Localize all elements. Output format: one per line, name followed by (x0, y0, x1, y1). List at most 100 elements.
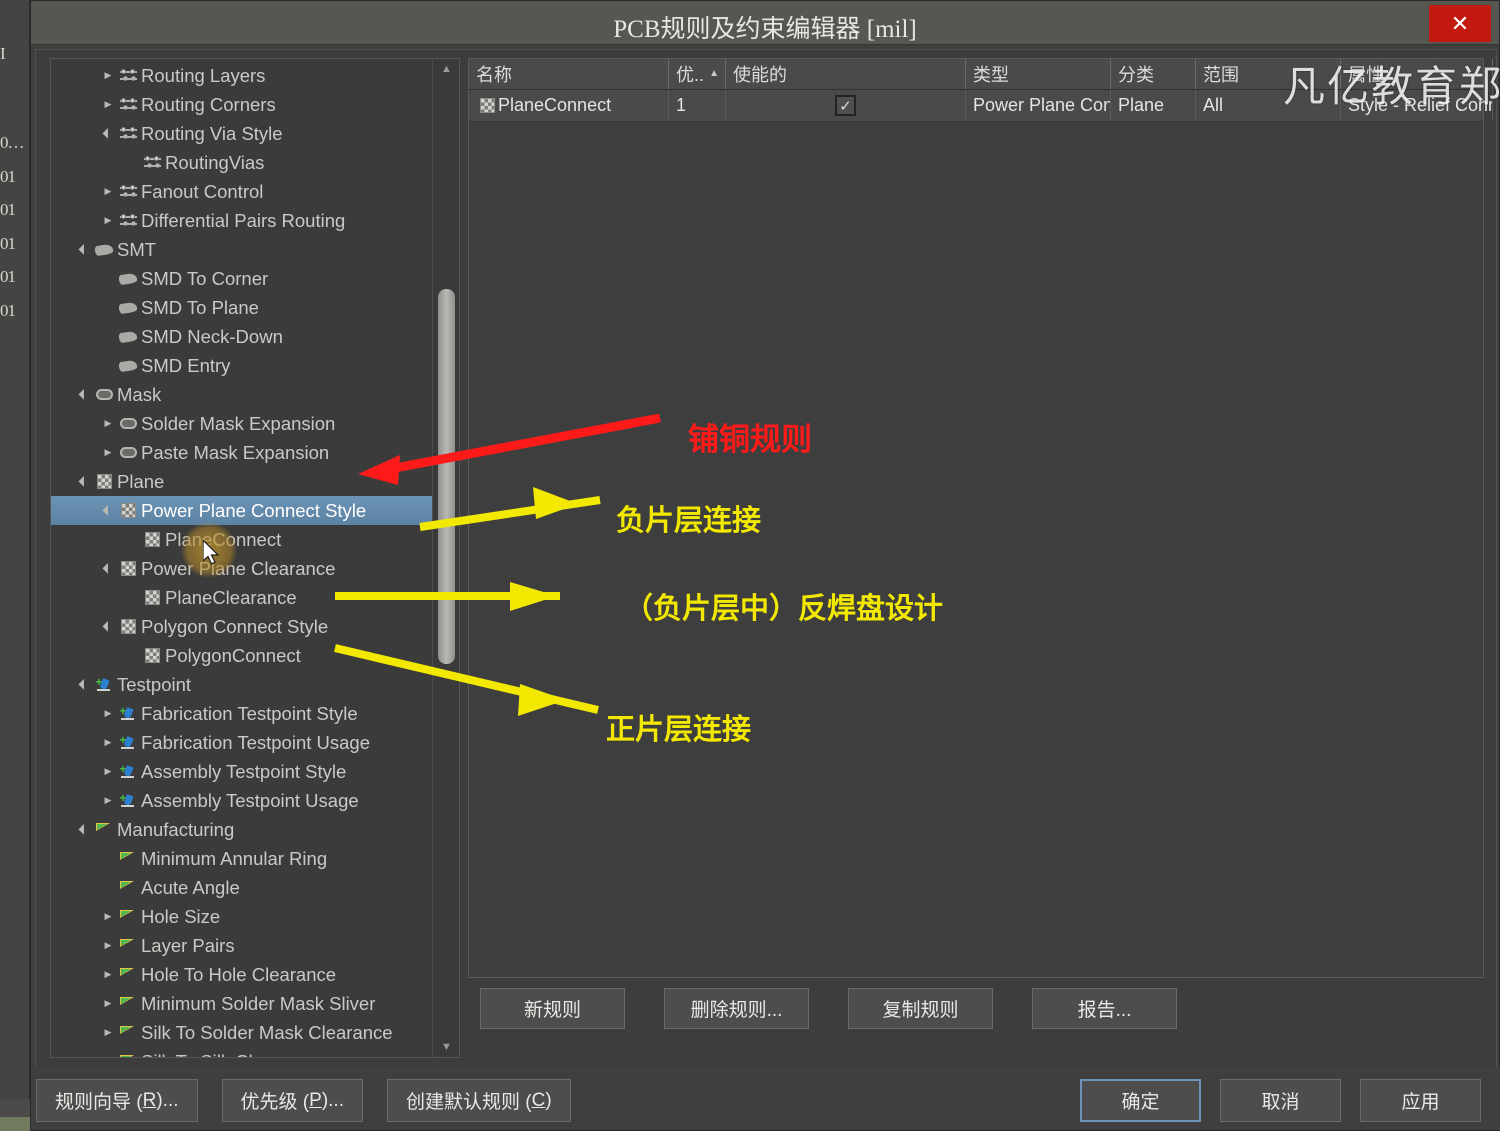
tree-item-label: Hole Size (141, 905, 221, 927)
expand-arrow-icon[interactable] (99, 215, 117, 226)
expand-arrow-icon[interactable] (99, 911, 117, 922)
collapse-arrow-icon[interactable] (75, 679, 93, 690)
plane-icon (117, 561, 139, 576)
tree-item-assembly-testpoint-usage[interactable]: +Assembly Testpoint Usage (51, 786, 432, 815)
rules-tree[interactable]: Routing Layers Routing Corners Routing Via… (51, 59, 432, 1057)
tree-item-label: Acute Angle (141, 876, 240, 898)
bottom-left-button-1[interactable]: 优先级 (P)... (221, 1079, 363, 1122)
collapse-arrow-icon[interactable] (75, 824, 93, 835)
tree-item-assembly-testpoint-style[interactable]: +Assembly Testpoint Style (51, 757, 432, 786)
tree-item-planeclearance[interactable]: PlaneClearance (51, 583, 432, 612)
expand-arrow-icon[interactable] (99, 99, 117, 110)
tree-item-routing-corners[interactable]: Routing Corners (51, 90, 432, 119)
tree-item-manufacturing[interactable]: Manufacturing (51, 815, 432, 844)
bottom-right-button-0[interactable]: 确定 (1080, 1079, 1201, 1122)
column-header-1[interactable]: 优.. ▲ (669, 59, 726, 89)
tree-item-label: Polygon Connect Style (141, 615, 329, 637)
tree-item-paste-mask-expansion[interactable]: Paste Mask Expansion (51, 438, 432, 467)
tree-item-smd-to-corner[interactable]: SMD To Corner (51, 264, 432, 293)
tree-item-testpoint[interactable]: +Testpoint (51, 670, 432, 699)
tree-item-differential-pairs-routing[interactable]: Differential Pairs Routing (51, 206, 432, 235)
expand-arrow-icon[interactable] (99, 708, 117, 719)
expand-arrow-icon[interactable] (99, 998, 117, 1009)
tree-item-polygon-connect-style[interactable]: Polygon Connect Style (51, 612, 432, 641)
tree-item-hole-to-hole-clearance[interactable]: Hole To Hole Clearance (51, 960, 432, 989)
expand-arrow-icon[interactable] (99, 70, 117, 81)
tree-item-layer-pairs[interactable]: Layer Pairs (51, 931, 432, 960)
tree-item-silk-to-silk-clearance[interactable]: Silk To Silk Clearance (51, 1047, 432, 1057)
tree-item-smd-to-plane[interactable]: SMD To Plane (51, 293, 432, 322)
smt-icon (117, 272, 139, 285)
tree-scrollbar[interactable]: ▲ ▼ (432, 59, 459, 1057)
bottom-left-button-2[interactable]: 创建默认规则 (C) (386, 1079, 571, 1122)
column-header-6[interactable]: 属性 (1341, 59, 1493, 89)
tree-item-planeconnect[interactable]: PlaneConnect (51, 525, 432, 554)
column-header-2[interactable]: 使能的 (726, 59, 966, 89)
collapse-arrow-icon[interactable] (99, 621, 117, 632)
tree-item-fabrication-testpoint-style[interactable]: +Fabrication Testpoint Style (51, 699, 432, 728)
collapse-arrow-icon[interactable] (75, 244, 93, 255)
tree-item-mask[interactable]: Mask (51, 380, 432, 409)
tree-item-hole-size[interactable]: Hole Size (51, 902, 432, 931)
collapse-arrow-icon[interactable] (75, 476, 93, 487)
collapse-arrow-icon[interactable] (75, 389, 93, 400)
expand-arrow-icon[interactable] (99, 969, 117, 980)
rule-button-2[interactable]: 复制规则 (848, 988, 993, 1029)
expand-arrow-icon[interactable] (99, 795, 117, 806)
tree-item-minimum-solder-mask-sliver[interactable]: Minimum Solder Mask Sliver (51, 989, 432, 1018)
expand-arrow-icon[interactable] (99, 1027, 117, 1038)
scroll-up-icon[interactable]: ▲ (433, 59, 459, 79)
background-text-fragment: 01 (0, 267, 16, 286)
cell-value: Power Plane Conn (973, 95, 1111, 115)
tree-item-routingvias[interactable]: RoutingVias (51, 148, 432, 177)
close-icon[interactable]: ✕ (1429, 5, 1491, 42)
scroll-down-icon[interactable]: ▼ (433, 1037, 459, 1057)
bottom-left-buttons: 规则向导 (R)... 优先级 (P)... 创建默认规则 (C) (36, 1079, 571, 1122)
tree-item-solder-mask-expansion[interactable]: Solder Mask Expansion (51, 409, 432, 438)
tree-item-label: Minimum Solder Mask Sliver (141, 992, 376, 1014)
cell-enabled[interactable]: ✓ (726, 90, 966, 121)
tree-item-minimum-annular-ring[interactable]: Minimum Annular Ring (51, 844, 432, 873)
tree-item-polygonconnect[interactable]: PolygonConnect (51, 641, 432, 670)
column-header-3[interactable]: 类型 (966, 59, 1111, 89)
expand-arrow-icon[interactable] (99, 186, 117, 197)
tree-item-fabrication-testpoint-usage[interactable]: +Fabrication Testpoint Usage (51, 728, 432, 757)
table-row[interactable]: PlaneConnect 1 ✓ Power Plane Conn Plane All St… (468, 90, 1493, 122)
tree-item-smd-neck-down[interactable]: SMD Neck-Down (51, 322, 432, 351)
routing-icon (117, 184, 139, 198)
expand-arrow-icon[interactable] (99, 1056, 117, 1057)
rule-button-1[interactable]: 删除规则... (664, 988, 809, 1029)
tree-item-power-plane-connect-style[interactable]: Power Plane Connect Style (51, 496, 432, 525)
expand-arrow-icon[interactable] (99, 737, 117, 748)
bottom-right-button-2[interactable]: 应用 (1360, 1079, 1481, 1122)
column-header-0[interactable]: 名称 (469, 59, 669, 89)
tree-item-routing-via-style[interactable]: Routing Via Style (51, 119, 432, 148)
tree-item-acute-angle[interactable]: Acute Angle (51, 873, 432, 902)
background-app-strip: I 0… 01 01 01 01 01 (0, 0, 30, 1131)
expand-arrow-icon[interactable] (99, 447, 117, 458)
scrollbar-thumb[interactable] (438, 289, 455, 664)
tree-item-smt[interactable]: SMT (51, 235, 432, 264)
bottom-left-button-0[interactable]: 规则向导 (R)... (36, 1079, 198, 1122)
collapse-arrow-icon[interactable] (99, 563, 117, 574)
bottom-right-button-1[interactable]: 取消 (1220, 1079, 1341, 1122)
column-header-4[interactable]: 分类 (1111, 59, 1196, 89)
expand-arrow-icon[interactable] (99, 940, 117, 951)
expand-arrow-icon[interactable] (99, 418, 117, 429)
column-header-label: 类型 (973, 65, 1009, 85)
enabled-checkbox[interactable]: ✓ (835, 95, 856, 116)
tree-item-plane[interactable]: Plane (51, 467, 432, 496)
tree-item-smd-entry[interactable]: SMD Entry (51, 351, 432, 380)
routing-icon (117, 68, 139, 82)
tree-item-silk-to-solder-mask-clearance[interactable]: Silk To Solder Mask Clearance (51, 1018, 432, 1047)
table-body[interactable]: PlaneConnect 1 ✓ Power Plane Conn Plane All St… (468, 90, 1493, 122)
tree-item-routing-layers[interactable]: Routing Layers (51, 61, 432, 90)
rule-button-3[interactable]: 报告... (1032, 988, 1177, 1029)
expand-arrow-icon[interactable] (99, 766, 117, 777)
collapse-arrow-icon[interactable] (99, 128, 117, 139)
tree-item-fanout-control[interactable]: Fanout Control (51, 177, 432, 206)
collapse-arrow-icon[interactable] (99, 505, 117, 516)
tree-item-power-plane-clearance[interactable]: Power Plane Clearance (51, 554, 432, 583)
rule-button-0[interactable]: 新规则 (480, 988, 625, 1029)
column-header-5[interactable]: 范围 (1196, 59, 1341, 89)
